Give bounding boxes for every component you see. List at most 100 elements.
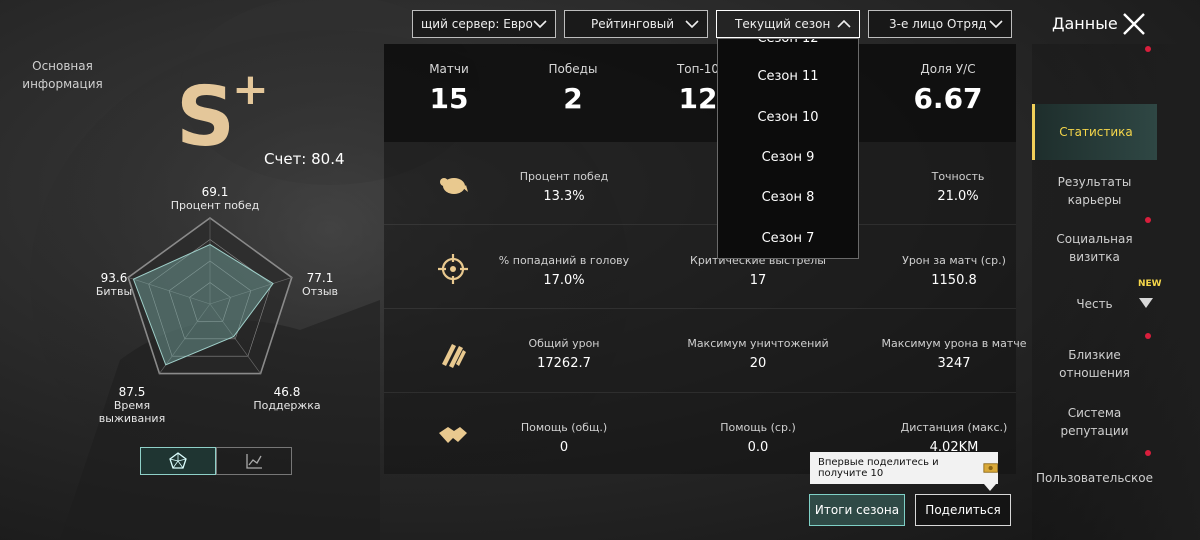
- radar-axis-label: Процент побед: [170, 199, 260, 212]
- button-label: Итоги сезона: [814, 503, 900, 517]
- season-option[interactable]: Сезон 8: [718, 190, 858, 205]
- close-button[interactable]: [1120, 10, 1148, 38]
- stat-label: Общий урон: [528, 337, 600, 350]
- stat-value: 15: [429, 82, 469, 115]
- mode-filter-label: Рейтинговый: [591, 17, 675, 31]
- tooltip-text: Впервые поделитесь и получите 10: [818, 457, 939, 479]
- triangle-down-icon[interactable]: [1138, 297, 1154, 309]
- notification-dot: [1145, 450, 1151, 456]
- stat-label: Матчи: [429, 62, 469, 76]
- stat-label: Помощь (общ.): [520, 421, 608, 434]
- share-button[interactable]: Поделиться: [915, 494, 1011, 526]
- sidebar-item-statistics[interactable]: Статистика: [1032, 104, 1157, 160]
- radar-axis-label: Время выживания: [98, 399, 166, 425]
- sidebar-item-label: Социальная визитка: [1056, 232, 1133, 264]
- radar-view-tab[interactable]: [140, 447, 216, 475]
- rank-score: Счет: 80.4: [264, 150, 345, 168]
- stat-value: 20: [749, 356, 767, 371]
- stat-cell: Критические выстрелы 17: [668, 254, 848, 288]
- button-label: Поделиться: [925, 503, 1001, 517]
- season-filter-label: Текущий сезон: [735, 17, 831, 31]
- radar-value: 69.1: [201, 185, 229, 199]
- stat-label: Процент побед: [519, 170, 609, 183]
- radar-label-review: 77.1 Отзыв: [300, 271, 340, 299]
- stat-value: 17.0%: [543, 273, 585, 288]
- sidebar-item-basic-info[interactable]: Основная информация: [0, 52, 125, 98]
- row-divider: [384, 308, 1016, 309]
- stat-cell: Общий урон 17262.7: [474, 337, 654, 371]
- radar-value: 46.8: [273, 385, 301, 399]
- season-dropdown-list[interactable]: Сезон 12 Сезон 11 Сезон 10 Сезон 9 Сезон…: [717, 38, 859, 259]
- stat-label: Победы: [548, 62, 598, 76]
- tooltip-tail: [984, 484, 996, 491]
- share-reward-tooltip: Впервые поделитесь и получите 10: [810, 452, 998, 484]
- stat-label: Помощь (ср.): [720, 421, 796, 434]
- stat-value: 21.0%: [937, 189, 979, 204]
- radar-value: 87.5: [118, 385, 146, 399]
- pentagon-icon: [169, 452, 187, 469]
- sidebar-item-label: Пользовательское: [1036, 471, 1153, 485]
- stat-label: % попаданий в голову: [498, 254, 630, 267]
- stat-label: Максимум урона в матче: [881, 337, 1027, 350]
- season-filter-dropdown[interactable]: Текущий сезон: [716, 10, 860, 38]
- rank-tier-letter: S: [176, 70, 235, 165]
- notification-dot: [1145, 46, 1151, 52]
- rank-tier-modifier: +: [232, 64, 269, 115]
- stat-cell: Максимум урона в матче 3247: [864, 337, 1044, 371]
- page-title: Данные: [1052, 14, 1118, 33]
- sidebar-item-label: Основная информация: [22, 59, 103, 91]
- sidebar-item-social-card[interactable]: Социальная визитка: [1032, 224, 1157, 272]
- season-summary-button[interactable]: Итоги сезона: [809, 494, 905, 526]
- sidebar-item-label: Честь: [1076, 297, 1113, 311]
- chevron-down-icon: [533, 20, 547, 29]
- stat-value: 1150.8: [931, 273, 977, 288]
- crosshair-icon: [438, 254, 468, 284]
- trend-view-tab[interactable]: [216, 447, 292, 475]
- radar-axis-label: Битвы: [95, 285, 133, 298]
- radar-label-support: 46.8 Поддержка: [252, 385, 322, 413]
- radar-label-win-rate: 69.1 Процент побед: [170, 185, 260, 213]
- close-icon: [1123, 13, 1145, 35]
- sidebar-item-label: Статистика: [1059, 125, 1133, 139]
- notification-dot: [1145, 333, 1151, 339]
- stat-cell: Процент побед 13.3%: [474, 170, 654, 204]
- sidebar-item-career-results[interactable]: Результаты карьеры: [1032, 168, 1157, 214]
- row-divider: [384, 224, 1016, 225]
- perspective-filter-label: 3-е лицо Отряд: [889, 17, 987, 31]
- sidebar-item-reputation-system[interactable]: Система репутации: [1032, 398, 1157, 446]
- chicken-icon: [440, 178, 468, 194]
- chevron-down-icon: [685, 20, 699, 29]
- mode-filter-dropdown[interactable]: Рейтинговый: [564, 10, 708, 38]
- stat-label: Максимум уничтожений: [687, 337, 829, 350]
- radar-label-battles: 93.6 Битвы: [94, 271, 134, 299]
- radar-value: 77.1: [306, 271, 334, 285]
- stat-value: 3247: [937, 356, 971, 371]
- season-option[interactable]: Сезон 11: [718, 69, 858, 84]
- coupon-icon: [983, 463, 998, 473]
- stat-value: 13.3%: [543, 189, 585, 204]
- server-filter-dropdown[interactable]: щий сервер: Европ: [412, 10, 556, 38]
- stat-cell: Точность 21.0%: [868, 170, 1048, 204]
- season-option[interactable]: Сезон 12: [718, 39, 858, 46]
- stat-cell: % попаданий в голову 17.0%: [474, 254, 654, 288]
- radar-axis-label: Поддержка: [253, 399, 321, 412]
- season-option[interactable]: Сезон 9: [718, 150, 858, 165]
- handshake-icon: [439, 427, 467, 443]
- stat-cell: Помощь (ср.) 0.0: [668, 421, 848, 455]
- sidebar-item-custom[interactable]: Пользовательское: [1032, 464, 1157, 492]
- sidebar-item-close-relations[interactable]: Близкие отношения: [1032, 340, 1157, 388]
- stat-matches: Матчи 15: [389, 62, 509, 115]
- stat-cell: Дистанция (макс.) 4.02KM: [864, 421, 1044, 455]
- stat-cell: Максимум уничтожений 20: [668, 337, 848, 371]
- stat-label: Урон за матч (ср.): [902, 254, 1006, 267]
- stat-cell: Помощь (общ.) 0: [474, 421, 654, 455]
- radar-axis-label: Отзыв: [301, 285, 339, 298]
- radar-value: 93.6: [100, 271, 128, 285]
- season-option[interactable]: Сезон 10: [718, 110, 858, 125]
- sidebar-item-label: Система репутации: [1060, 406, 1129, 438]
- stat-label: Дистанция (макс.): [900, 421, 1008, 434]
- radar-chart: [127, 217, 293, 375]
- stat-kd-ratio: Доля У/С 6.67: [888, 62, 1008, 115]
- perspective-filter-dropdown[interactable]: 3-е лицо Отряд: [868, 10, 1012, 38]
- season-option[interactable]: Сезон 7: [718, 231, 858, 246]
